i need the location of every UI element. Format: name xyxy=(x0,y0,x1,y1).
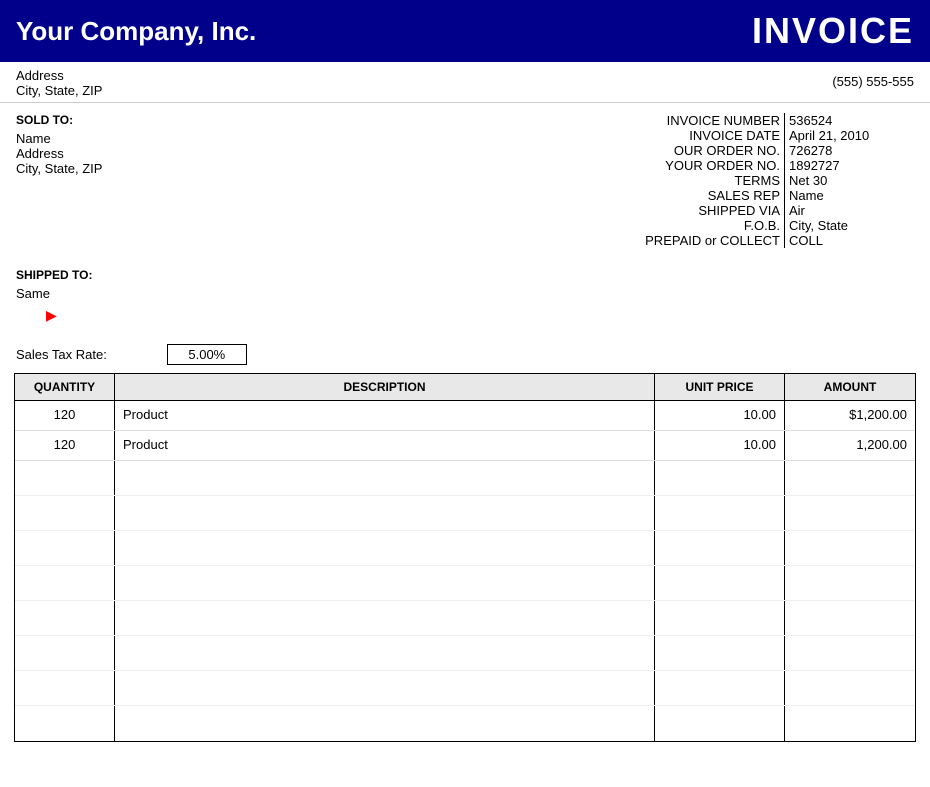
table-header-row: QUANTITY DESCRIPTION UNIT PRICE AMOUNT xyxy=(15,374,915,401)
row1-quantity: 120 xyxy=(15,401,115,430)
detail-row-your-order: YOUR ORDER NO. 1892727 xyxy=(465,158,914,173)
address-phone: (555) 555-555 xyxy=(832,68,914,98)
empty-row xyxy=(15,566,915,601)
sold-to-label: SOLD TO: xyxy=(16,113,465,127)
sold-to-city: City, State, ZIP xyxy=(16,161,465,176)
empty-row xyxy=(15,636,915,671)
empty-row xyxy=(15,531,915,566)
your-order-label: YOUR ORDER NO. xyxy=(604,158,784,173)
row2-quantity: 120 xyxy=(15,431,115,460)
invoice-number-label: INVOICE NUMBER xyxy=(604,113,784,128)
shipped-via-label: SHIPPED VIA xyxy=(604,203,784,218)
shipped-via-value: Air xyxy=(784,203,914,218)
empty-row xyxy=(15,671,915,706)
address-bar: Address City, State, ZIP (555) 555-555 xyxy=(0,62,930,103)
tax-label: Sales Tax Rate: xyxy=(16,347,107,362)
empty-row xyxy=(15,601,915,636)
terms-value: Net 30 xyxy=(784,173,914,188)
our-order-label: OUR ORDER NO. xyxy=(604,143,784,158)
address-left: Address City, State, ZIP xyxy=(16,68,102,98)
detail-row-terms: TERMS Net 30 xyxy=(465,173,914,188)
sold-to-address: Address xyxy=(16,146,465,161)
prepaid-label: PREPAID or COLLECT xyxy=(604,233,784,248)
terms-label: TERMS xyxy=(604,173,784,188)
company-name: Your Company, Inc. xyxy=(16,16,256,47)
shipped-to-same: Same xyxy=(16,286,914,301)
invoice-table: QUANTITY DESCRIPTION UNIT PRICE AMOUNT 1… xyxy=(14,373,916,742)
invoice-header: Your Company, Inc. INVOICE xyxy=(0,0,930,62)
detail-row-prepaid: PREPAID or COLLECT COLL xyxy=(465,233,914,248)
invoice-number-value: 536524 xyxy=(784,113,914,128)
shipped-to-label: SHIPPED TO: xyxy=(16,268,914,282)
fob-value: City, State xyxy=(784,218,914,233)
tax-input[interactable] xyxy=(167,344,247,365)
red-arrow-area: ▶ xyxy=(0,305,930,326)
invoice-date-value: April 21, 2010 xyxy=(784,128,914,143)
our-order-value: 726278 xyxy=(784,143,914,158)
shipped-to-section: SHIPPED TO: Same xyxy=(0,258,930,305)
detail-row-sales-rep: SALES REP Name xyxy=(465,188,914,203)
row2-unit-price: 10.00 xyxy=(655,431,785,460)
header-quantity: QUANTITY xyxy=(15,374,115,400)
prepaid-value: COLL xyxy=(784,233,914,248)
sales-rep-value: Name xyxy=(784,188,914,203)
detail-row-invoice-number: INVOICE NUMBER 536524 xyxy=(465,113,914,128)
sales-rep-label: SALES REP xyxy=(604,188,784,203)
row1-unit-price: 10.00 xyxy=(655,401,785,430)
header-description: DESCRIPTION xyxy=(115,374,655,400)
fob-label: F.O.B. xyxy=(604,218,784,233)
table-row: 120 Product 10.00 $1,200.00 xyxy=(15,401,915,431)
empty-row xyxy=(15,496,915,531)
row2-amount: 1,200.00 xyxy=(785,431,915,460)
sold-to-block: SOLD TO: Name Address City, State, ZIP xyxy=(16,113,465,248)
empty-row xyxy=(15,706,915,741)
red-arrow-icon: ▶ xyxy=(46,307,57,323)
billing-section: SOLD TO: Name Address City, State, ZIP I… xyxy=(0,103,930,258)
row1-description: Product xyxy=(115,401,655,430)
tax-section: Sales Tax Rate: xyxy=(0,336,930,373)
detail-row-shipped-via: SHIPPED VIA Air xyxy=(465,203,914,218)
empty-row xyxy=(15,461,915,496)
detail-row-fob: F.O.B. City, State xyxy=(465,218,914,233)
your-order-value: 1892727 xyxy=(784,158,914,173)
sold-to-name: Name xyxy=(16,131,465,146)
table-row: 120 Product 10.00 1,200.00 xyxy=(15,431,915,461)
invoice-date-label: INVOICE DATE xyxy=(604,128,784,143)
header-unit-price: UNIT PRICE xyxy=(655,374,785,400)
row1-amount: $1,200.00 xyxy=(785,401,915,430)
address-line1: Address xyxy=(16,68,102,83)
address-line2: City, State, ZIP xyxy=(16,83,102,98)
detail-row-invoice-date: INVOICE DATE April 21, 2010 xyxy=(465,128,914,143)
row2-description: Product xyxy=(115,431,655,460)
invoice-details-block: INVOICE NUMBER 536524 INVOICE DATE April… xyxy=(465,113,914,248)
invoice-title: INVOICE xyxy=(752,10,914,52)
header-amount: AMOUNT xyxy=(785,374,915,400)
detail-row-our-order: OUR ORDER NO. 726278 xyxy=(465,143,914,158)
